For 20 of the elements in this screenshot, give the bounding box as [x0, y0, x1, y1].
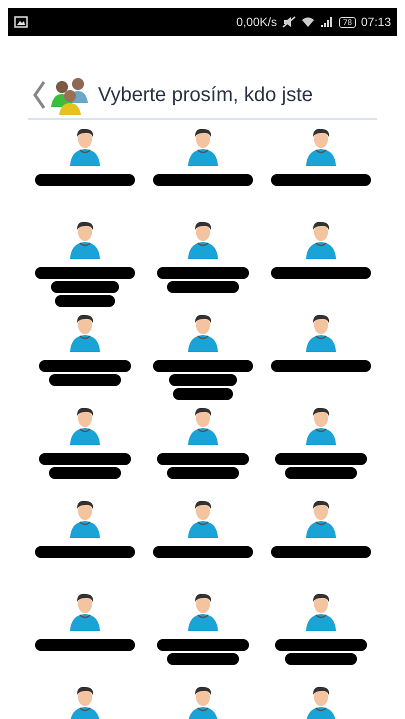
- redaction-bar: [54, 295, 114, 307]
- image-icon: [14, 16, 28, 28]
- clock: 07:13: [360, 15, 391, 29]
- page-title: Vyberte prosím, kdo jste: [98, 84, 313, 106]
- back-icon[interactable]: [32, 80, 46, 110]
- redaction-bar: [166, 653, 238, 665]
- redaction-bar: [166, 467, 238, 479]
- redaction-bar: [166, 281, 238, 293]
- redaction-bar: [172, 388, 232, 400]
- redaction-bar: [284, 467, 356, 479]
- signal-icon: [320, 16, 334, 28]
- battery-level: 78: [338, 16, 356, 28]
- redaction-bar: [48, 467, 120, 479]
- redaction-bar: [48, 374, 120, 386]
- wifi-icon: [300, 16, 315, 28]
- redaction-bar: [284, 653, 356, 665]
- redaction-bar: [168, 374, 236, 386]
- redaction-bar: [50, 281, 118, 293]
- network-speed: 0,00K/s: [236, 15, 277, 29]
- mute-icon: [282, 16, 296, 28]
